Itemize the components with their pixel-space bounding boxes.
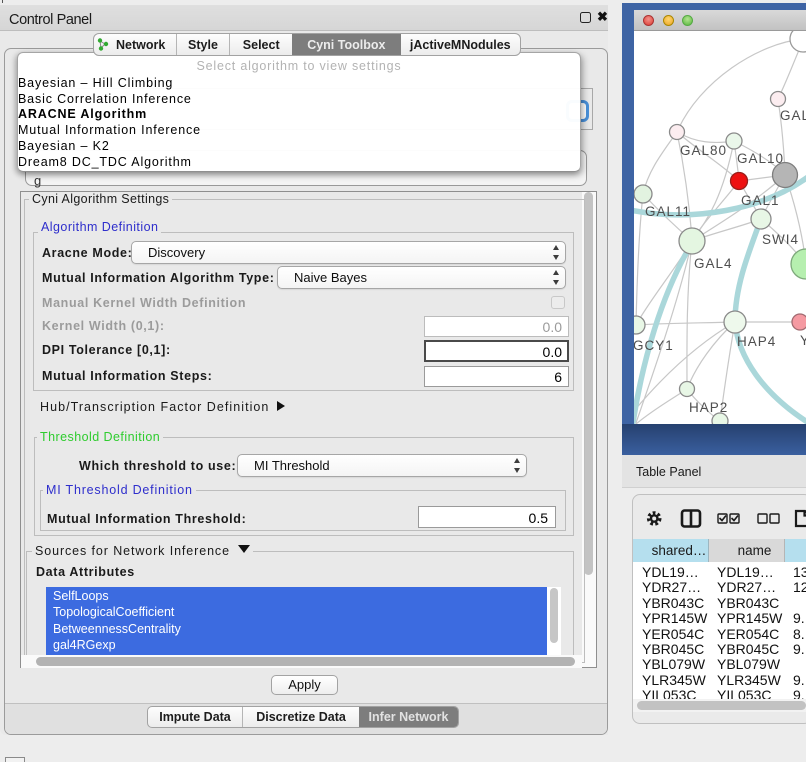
- svg-text:GAL11: GAL11: [645, 204, 691, 219]
- svg-text:GAL1: GAL1: [741, 193, 780, 208]
- svg-text:HAP2: HAP2: [689, 400, 728, 415]
- svg-text:GAL10: GAL10: [737, 151, 784, 166]
- svg-text:GAL4: GAL4: [694, 256, 733, 271]
- svg-text:GCY1: GCY1: [634, 338, 674, 353]
- svg-text:SWI4: SWI4: [762, 232, 799, 247]
- svg-text:GAL80: GAL80: [680, 143, 727, 158]
- svg-text:GAL7: GAL7: [780, 108, 806, 123]
- svg-text:Y: Y: [800, 333, 806, 348]
- svg-text:HAP4: HAP4: [737, 334, 776, 349]
